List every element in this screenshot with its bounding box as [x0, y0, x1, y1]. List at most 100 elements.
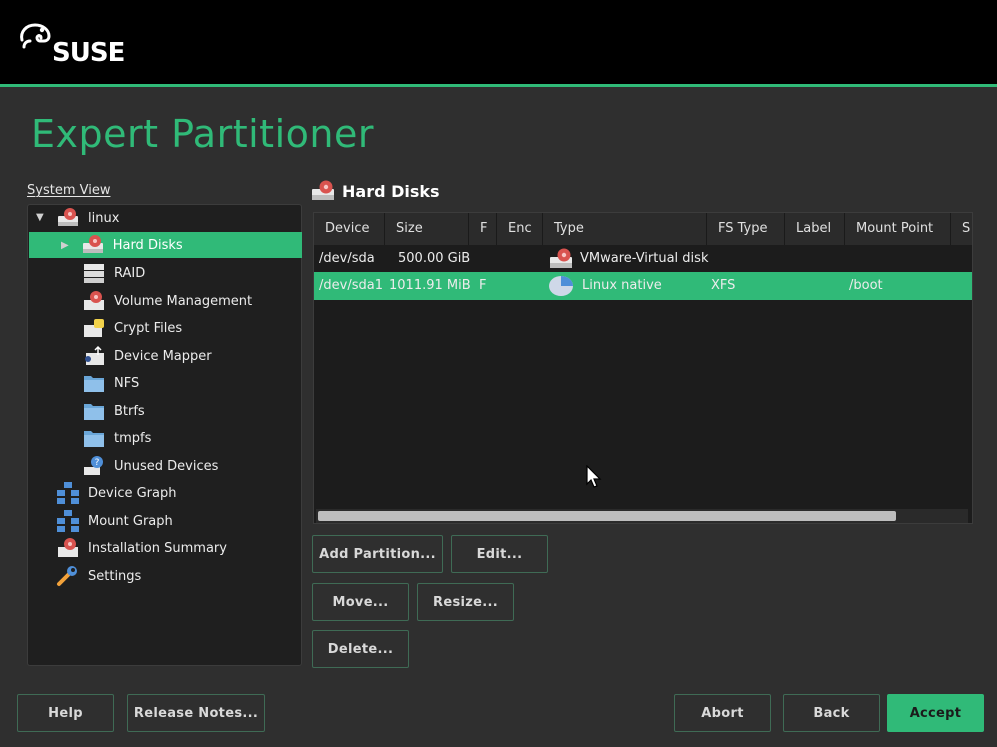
suse-logo: SUSE — [18, 22, 125, 68]
tree-item-label: Device Graph — [88, 485, 177, 501]
column-header-fs-type[interactable]: FS Type — [707, 213, 785, 245]
horizontal-scrollbar[interactable] — [316, 509, 968, 523]
unused-devices-icon: ? — [82, 455, 106, 477]
raid-icon — [82, 262, 106, 284]
tree-item-label: Btrfs — [114, 403, 145, 419]
delete-button[interactable]: Delete... — [312, 630, 409, 668]
back-button[interactable]: Back — [783, 694, 880, 732]
cell-type-text: Linux native — [582, 278, 662, 293]
logo-text: SUSE — [52, 38, 125, 68]
column-header-f[interactable]: F — [469, 213, 497, 245]
top-bar: SUSE — [0, 0, 997, 86]
tree-item-label: Unused Devices — [114, 458, 219, 474]
folder-icon — [82, 427, 106, 449]
system-view-label: System View — [27, 183, 110, 198]
mouse-cursor-icon — [586, 465, 602, 488]
tree-item-linux[interactable]: linux — [56, 205, 296, 231]
cell-type-text: VMware-Virtual disk — [580, 251, 709, 266]
tree-item-label: linux — [88, 210, 120, 226]
volume-icon — [82, 290, 106, 312]
column-header-device[interactable]: Device — [314, 213, 385, 245]
table-row[interactable]: /dev/sda1 1011.91 MiB F Linux native XFS… — [314, 272, 972, 300]
cell-mount-point: /boot — [849, 278, 883, 293]
table-row[interactable]: /dev/sda 500.00 GiB VMware-Virtual disk — [314, 245, 972, 273]
tree-item-nfs[interactable]: NFS — [82, 370, 297, 396]
column-header-enc[interactable]: Enc — [497, 213, 543, 245]
release-notes-label: Release Notes... — [133, 705, 259, 721]
add-partition-button[interactable]: Add Partition... — [312, 535, 443, 573]
tree-item-btrfs[interactable]: Btrfs — [82, 398, 297, 424]
cell-device: /dev/sda1 — [319, 278, 383, 293]
tree-item-hard-disks[interactable]: ▶ Hard Disks — [29, 232, 302, 258]
table-header: Device Size F Enc Type FS Type Label Mou… — [314, 213, 972, 245]
tree-item-label: Mount Graph — [88, 513, 173, 529]
tree-item-raid[interactable]: RAID — [82, 260, 297, 286]
tree-item-label: Hard Disks — [112, 237, 183, 253]
help-label: Help — [48, 705, 83, 721]
tree-item-label: NFS — [114, 375, 140, 391]
tree-item-device-graph[interactable]: Device Graph — [56, 480, 296, 506]
accent-divider — [0, 84, 997, 87]
graph-icon — [56, 510, 80, 532]
graph-icon — [56, 482, 80, 504]
tree-item-mount-graph[interactable]: Mount Graph — [56, 508, 296, 534]
tree-item-label: Installation Summary — [88, 540, 227, 556]
edit-label: Edit... — [476, 546, 523, 562]
tree-item-settings[interactable]: Settings — [56, 563, 296, 589]
column-header-s[interactable]: S — [951, 213, 972, 245]
column-header-label[interactable]: Label — [785, 213, 845, 245]
section-title: Hard Disks — [310, 180, 440, 202]
scrollbar-thumb[interactable] — [318, 511, 896, 521]
release-notes-button[interactable]: Release Notes... — [127, 694, 265, 732]
device-mapper-icon — [82, 345, 106, 367]
wrench-icon — [56, 565, 80, 587]
abort-button[interactable]: Abort — [674, 694, 771, 732]
add-partition-label: Add Partition... — [319, 546, 436, 562]
tree-item-label: Volume Management — [114, 293, 253, 309]
svg-text:?: ? — [95, 458, 100, 468]
expand-arrow-right-icon[interactable]: ▶ — [61, 240, 69, 251]
move-button[interactable]: Move... — [312, 583, 409, 621]
tree-item-crypt-files[interactable]: Crypt Files — [82, 315, 297, 341]
tree-item-label: Settings — [88, 568, 142, 584]
hard-disks-table[interactable]: Device Size F Enc Type FS Type Label Mou… — [313, 212, 973, 524]
cell-fs-type: XFS — [711, 278, 736, 293]
edit-button[interactable]: Edit... — [451, 535, 548, 573]
cell-size: 500.00 GiB — [398, 251, 471, 266]
cell-type: VMware-Virtual disk — [548, 245, 708, 273]
tree-item-volume-management[interactable]: Volume Management — [82, 288, 297, 314]
folder-icon — [82, 400, 106, 422]
system-view-tree[interactable]: ▼ linux ▶ Hard Disks RAID Volume Managem… — [27, 204, 302, 666]
hard-disk-icon — [310, 180, 336, 202]
expand-arrow-down-icon[interactable]: ▼ — [36, 212, 44, 223]
page-title: Expert Partitioner — [31, 112, 374, 156]
tree-item-label: Device Mapper — [114, 348, 212, 364]
back-label: Back — [813, 705, 850, 721]
chameleon-icon — [20, 23, 51, 49]
column-header-type[interactable]: Type — [543, 213, 707, 245]
system-view-label-text: System View — [27, 183, 111, 198]
tree-item-label: RAID — [114, 265, 146, 281]
tree-item-unused-devices[interactable]: ? Unused Devices — [82, 453, 297, 479]
tree-item-installation-summary[interactable]: Installation Summary — [56, 535, 296, 561]
tree-item-label: Crypt Files — [114, 320, 183, 336]
tree-item-device-mapper[interactable]: Device Mapper — [82, 343, 297, 369]
column-header-size[interactable]: Size — [385, 213, 469, 245]
tree-item-label: tmpfs — [114, 430, 152, 446]
cell-device: /dev/sda — [319, 251, 375, 266]
crypt-icon — [82, 317, 106, 339]
move-label: Move... — [332, 594, 389, 610]
column-header-mount-point[interactable]: Mount Point — [845, 213, 951, 245]
tree-item-tmpfs[interactable]: tmpfs — [82, 425, 297, 451]
folder-icon — [82, 372, 106, 394]
cell-size: 1011.91 MiB — [389, 278, 471, 293]
partition-icon — [548, 275, 574, 297]
summary-icon — [56, 537, 80, 559]
resize-button[interactable]: Resize... — [417, 583, 514, 621]
hard-disk-icon — [81, 234, 105, 256]
accept-button[interactable]: Accept — [887, 694, 984, 732]
cell-f: F — [479, 278, 487, 293]
abort-label: Abort — [701, 705, 744, 721]
help-button[interactable]: Help — [17, 694, 114, 732]
resize-label: Resize... — [433, 594, 498, 610]
